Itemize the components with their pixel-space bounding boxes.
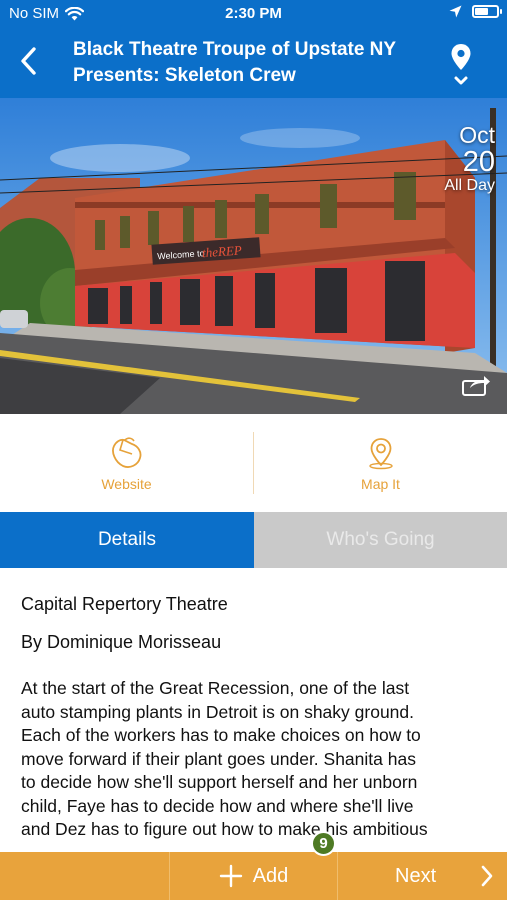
bottom-toolbar: Add Next [0, 852, 507, 900]
title-line-2: Presents: Skeleton Crew [73, 65, 296, 86]
detail-tabs: Details Who's Going [0, 512, 507, 568]
date-day: 20 [462, 146, 495, 178]
battery-icon [472, 5, 502, 18]
theatre-building-image: Welcome to theREP [0, 98, 507, 414]
status-right [449, 5, 502, 18]
share-icon [462, 376, 490, 396]
map-pin-icon [451, 44, 471, 85]
chevron-left-icon [21, 47, 36, 75]
tab-whos-going[interactable]: Who's Going [254, 512, 507, 568]
status-time: 2:30 PM [225, 5, 282, 22]
back-button[interactable] [14, 44, 44, 78]
description-line: auto stamping plants in Detroit is on sh… [21, 701, 414, 722]
map-it-label: Map It [361, 476, 400, 492]
venue-name: Capital Repertory Theatre [21, 594, 228, 614]
location-arrow-icon [449, 5, 462, 18]
add-label: Add [252, 864, 289, 887]
event-description: At the start of the Great Recession, one… [21, 677, 486, 842]
date-time: All Day [444, 177, 495, 194]
map-it-button[interactable]: Map It [254, 414, 507, 512]
svg-text:theREP: theREP [202, 243, 243, 261]
footer-left-empty [0, 852, 169, 900]
description-line: child, Faye has to decide how and where … [21, 795, 414, 816]
action-bar: Website Map It [0, 414, 507, 512]
description-line: Each of the workers has to make choices … [21, 725, 421, 745]
date-month: Oct [459, 122, 495, 148]
next-label: Next [395, 865, 437, 887]
event-details: Capital Repertory Theatre By Dominique M… [0, 568, 507, 852]
tab-details[interactable]: Details [0, 512, 254, 568]
website-label: Website [101, 476, 152, 492]
plus-icon [219, 864, 242, 888]
event-author: By Dominique Morisseau [21, 632, 222, 652]
page-title: Black Theatre Troupe of Upstate NY Prese… [73, 37, 423, 89]
location-menu-button[interactable] [446, 43, 476, 89]
event-photo: Welcome to theREP Oct 20 All Day [0, 98, 507, 414]
mouse-icon [111, 437, 141, 468]
app-header: No SIM 2:30 PM Black Theatre Troupe of U… [0, 0, 507, 98]
add-button[interactable]: Add [169, 852, 338, 900]
description-line: to decide how she'll support herself and… [21, 772, 418, 792]
event-date-badge: Oct 20 All Day [444, 124, 495, 194]
attendee-count-badge: 9 [311, 831, 336, 856]
title-line-1: Black Theatre Troupe of Upstate NY [73, 39, 397, 60]
next-button[interactable]: Next [338, 852, 507, 900]
status-bar: No SIM 2:30 PM [0, 0, 507, 28]
description-line: move forward if their plant goes under. … [21, 748, 416, 769]
description-line: and Dez has to figure out how to make hi… [21, 819, 428, 839]
website-button[interactable]: Website [0, 414, 253, 512]
description-line: At the start of the Great Recession, one… [21, 678, 410, 698]
share-button[interactable] [460, 372, 492, 398]
chevron-right-icon [481, 865, 493, 887]
map-pin-icon [368, 438, 393, 470]
